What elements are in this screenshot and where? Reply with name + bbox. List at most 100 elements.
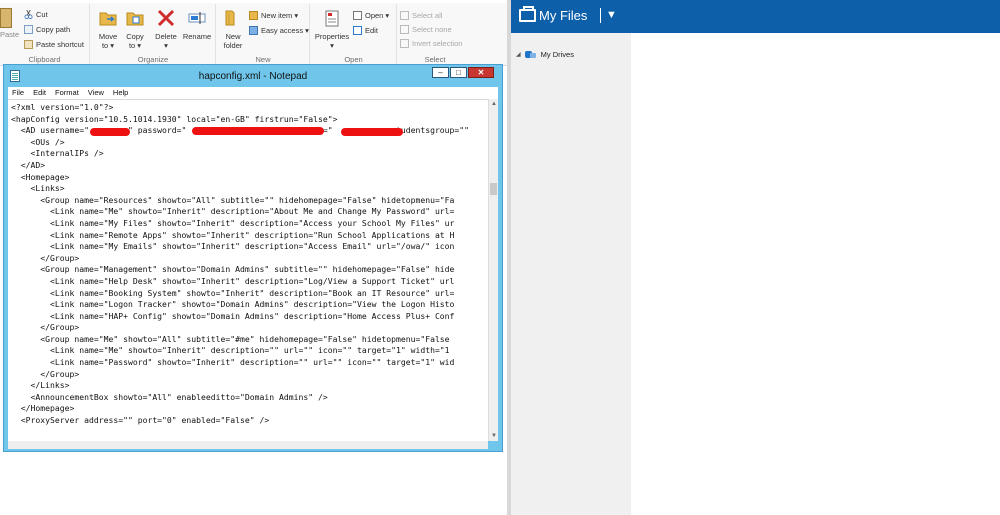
select-all-button[interactable]: Select all (400, 11, 442, 20)
move-to-label: Move (98, 32, 118, 41)
open-label: Open ▾ (365, 11, 390, 20)
code-line: <Group name="Management" showto="Domain … (11, 264, 455, 275)
code-line: <AnnouncementBox showto="All" enableedit… (11, 391, 328, 402)
code-line: </Homepage> (11, 403, 75, 414)
properties-dropdown-arrow: ▾ (330, 41, 334, 50)
delete-dropdown-arrow: ▾ (164, 41, 168, 50)
easy-access-icon (249, 26, 258, 35)
code-line: <Link name="Me" showto="Inherit" descrip… (11, 206, 455, 217)
ribbon-tabs-strip (0, 0, 507, 3)
menu-file[interactable]: File (12, 87, 24, 99)
close-button[interactable]: ✕ (468, 67, 494, 78)
notepad-text-area[interactable]: <?xml version="1.0"?> <hapConfig version=… (8, 99, 488, 441)
select-group-label: Select (424, 55, 446, 64)
portal-main-area (631, 33, 1000, 515)
delete-x-icon (157, 9, 175, 27)
select-none-icon (400, 25, 409, 34)
easy-access-label: Easy access ▾ (261, 26, 309, 35)
paste-shortcut-label: Paste shortcut (36, 40, 84, 49)
portal-title[interactable]: My Files (539, 8, 587, 23)
code-line: <Homepage> (11, 171, 70, 182)
maximize-button[interactable]: □ (450, 67, 467, 78)
explorer-ribbon: Paste Cut Copy path Paste shortcut Clipb… (0, 0, 507, 66)
code-line: </Group> (11, 252, 80, 263)
notepad-content: <?xml version="1.0"?> <hapConfig version=… (8, 100, 488, 427)
copy-path-label: Copy path (36, 25, 71, 34)
copy-path-icon (24, 25, 33, 34)
new-item-label: New item ▾ (261, 11, 299, 20)
portal-menu-caret[interactable]: ▼ (606, 9, 617, 21)
new-item-button[interactable]: New item ▾ (249, 11, 298, 20)
header-separator (600, 8, 601, 23)
select-none-label: Select none (412, 25, 452, 34)
properties-label: Properties (314, 32, 350, 41)
rename-icon (188, 12, 206, 24)
menu-format[interactable]: Format (55, 87, 79, 99)
edit-button[interactable]: Edit (353, 26, 378, 35)
open-group: Properties ▾ Open ▾ Edit Open (311, 4, 397, 66)
tree-item-label: My Drives (540, 50, 574, 59)
clipboard-icon (0, 8, 12, 28)
notepad-title: hapconfig.xml - Notepad (198, 71, 308, 82)
organize-group: Move to ▾ Copy to ▾ Delete ▾ Rename Orga… (91, 4, 216, 66)
copy-path-button[interactable]: Copy path (24, 25, 70, 34)
invert-selection-button[interactable]: Invert selection (400, 39, 462, 48)
select-all-label: Select all (412, 11, 443, 20)
scroll-thumb[interactable] (490, 183, 497, 195)
properties-icon (325, 10, 339, 27)
drives-icon (524, 50, 537, 59)
code-line: <Link name="My Emails" showto="Inherit" … (11, 241, 455, 252)
paste-button[interactable]: Paste (0, 8, 20, 39)
code-line: <ProxyServer address="" port="0" enabled… (11, 415, 270, 426)
code-line: <Group name="Resources" showto="All" sub… (11, 194, 455, 205)
copy-to-button[interactable]: Copy to ▾ (122, 8, 148, 50)
code-line: <hapConfig version="10.5.1014.1930" loca… (11, 113, 338, 124)
menu-view[interactable]: View (88, 87, 104, 99)
rename-button[interactable]: Rename (181, 8, 213, 41)
new-group: New folder New item ▾ Easy access ▾ New (217, 4, 310, 66)
paste-label: Paste (0, 30, 20, 39)
tree-item-my-drives[interactable]: ◢ My Drives (516, 50, 574, 59)
code-line: <InternalIPs /> (11, 148, 104, 159)
select-none-button[interactable]: Select none (400, 25, 452, 34)
scroll-up-arrow[interactable]: ▲ (489, 99, 499, 109)
copy-to-sub-label: to ▾ (128, 41, 142, 50)
new-folder-button[interactable]: New folder (220, 8, 246, 50)
open-button[interactable]: Open ▾ (353, 11, 389, 20)
paste-shortcut-button[interactable]: Paste shortcut (24, 40, 84, 49)
paste-shortcut-icon (24, 40, 33, 49)
new-group-label: New (255, 55, 271, 64)
code-line: <?xml version="1.0"?> (11, 102, 114, 112)
scroll-down-arrow[interactable]: ▼ (489, 431, 499, 441)
horizontal-scrollbar[interactable] (8, 441, 488, 449)
tree-expand-arrow-icon[interactable]: ◢ (516, 51, 521, 58)
code-line: </AD> (11, 159, 46, 170)
edit-label: Edit (365, 26, 378, 35)
easy-access-button[interactable]: Easy access ▾ (249, 26, 309, 35)
folder-icon (519, 6, 536, 22)
new-folder-icon (225, 10, 235, 26)
code-line: <OUs /> (11, 136, 65, 147)
notepad-titlebar[interactable]: hapconfig.xml - Notepad – □ ✕ (4, 65, 502, 87)
open-group-label: Open (344, 55, 363, 64)
move-to-button[interactable]: Move to ▾ (95, 8, 121, 50)
properties-button[interactable]: Properties ▾ (313, 8, 351, 50)
delete-button[interactable]: Delete ▾ (153, 8, 179, 50)
cut-button[interactable]: Cut (24, 10, 48, 19)
minimize-button[interactable]: – (432, 67, 449, 78)
cut-label: Cut (36, 10, 48, 19)
redaction-mark-username (90, 128, 130, 136)
code-line: <Group name="Me" showto="All" subtitle="… (11, 333, 450, 344)
code-line: </Group> (11, 368, 80, 379)
organize-group-label: Organize (137, 55, 169, 64)
notepad-window: hapconfig.xml - Notepad – □ ✕ File Edit … (3, 64, 503, 452)
move-to-sub-label: to ▾ (101, 41, 115, 50)
select-group: Select all Select none Invert selection … (398, 4, 472, 66)
vertical-scrollbar[interactable]: ▲ ▼ (488, 99, 498, 441)
code-line: <Links> (11, 183, 65, 194)
delete-label: Delete (155, 32, 177, 41)
invert-selection-label: Invert selection (412, 39, 463, 48)
menu-edit[interactable]: Edit (33, 87, 46, 99)
copy-folder-icon (126, 12, 144, 26)
menu-help[interactable]: Help (113, 87, 128, 99)
